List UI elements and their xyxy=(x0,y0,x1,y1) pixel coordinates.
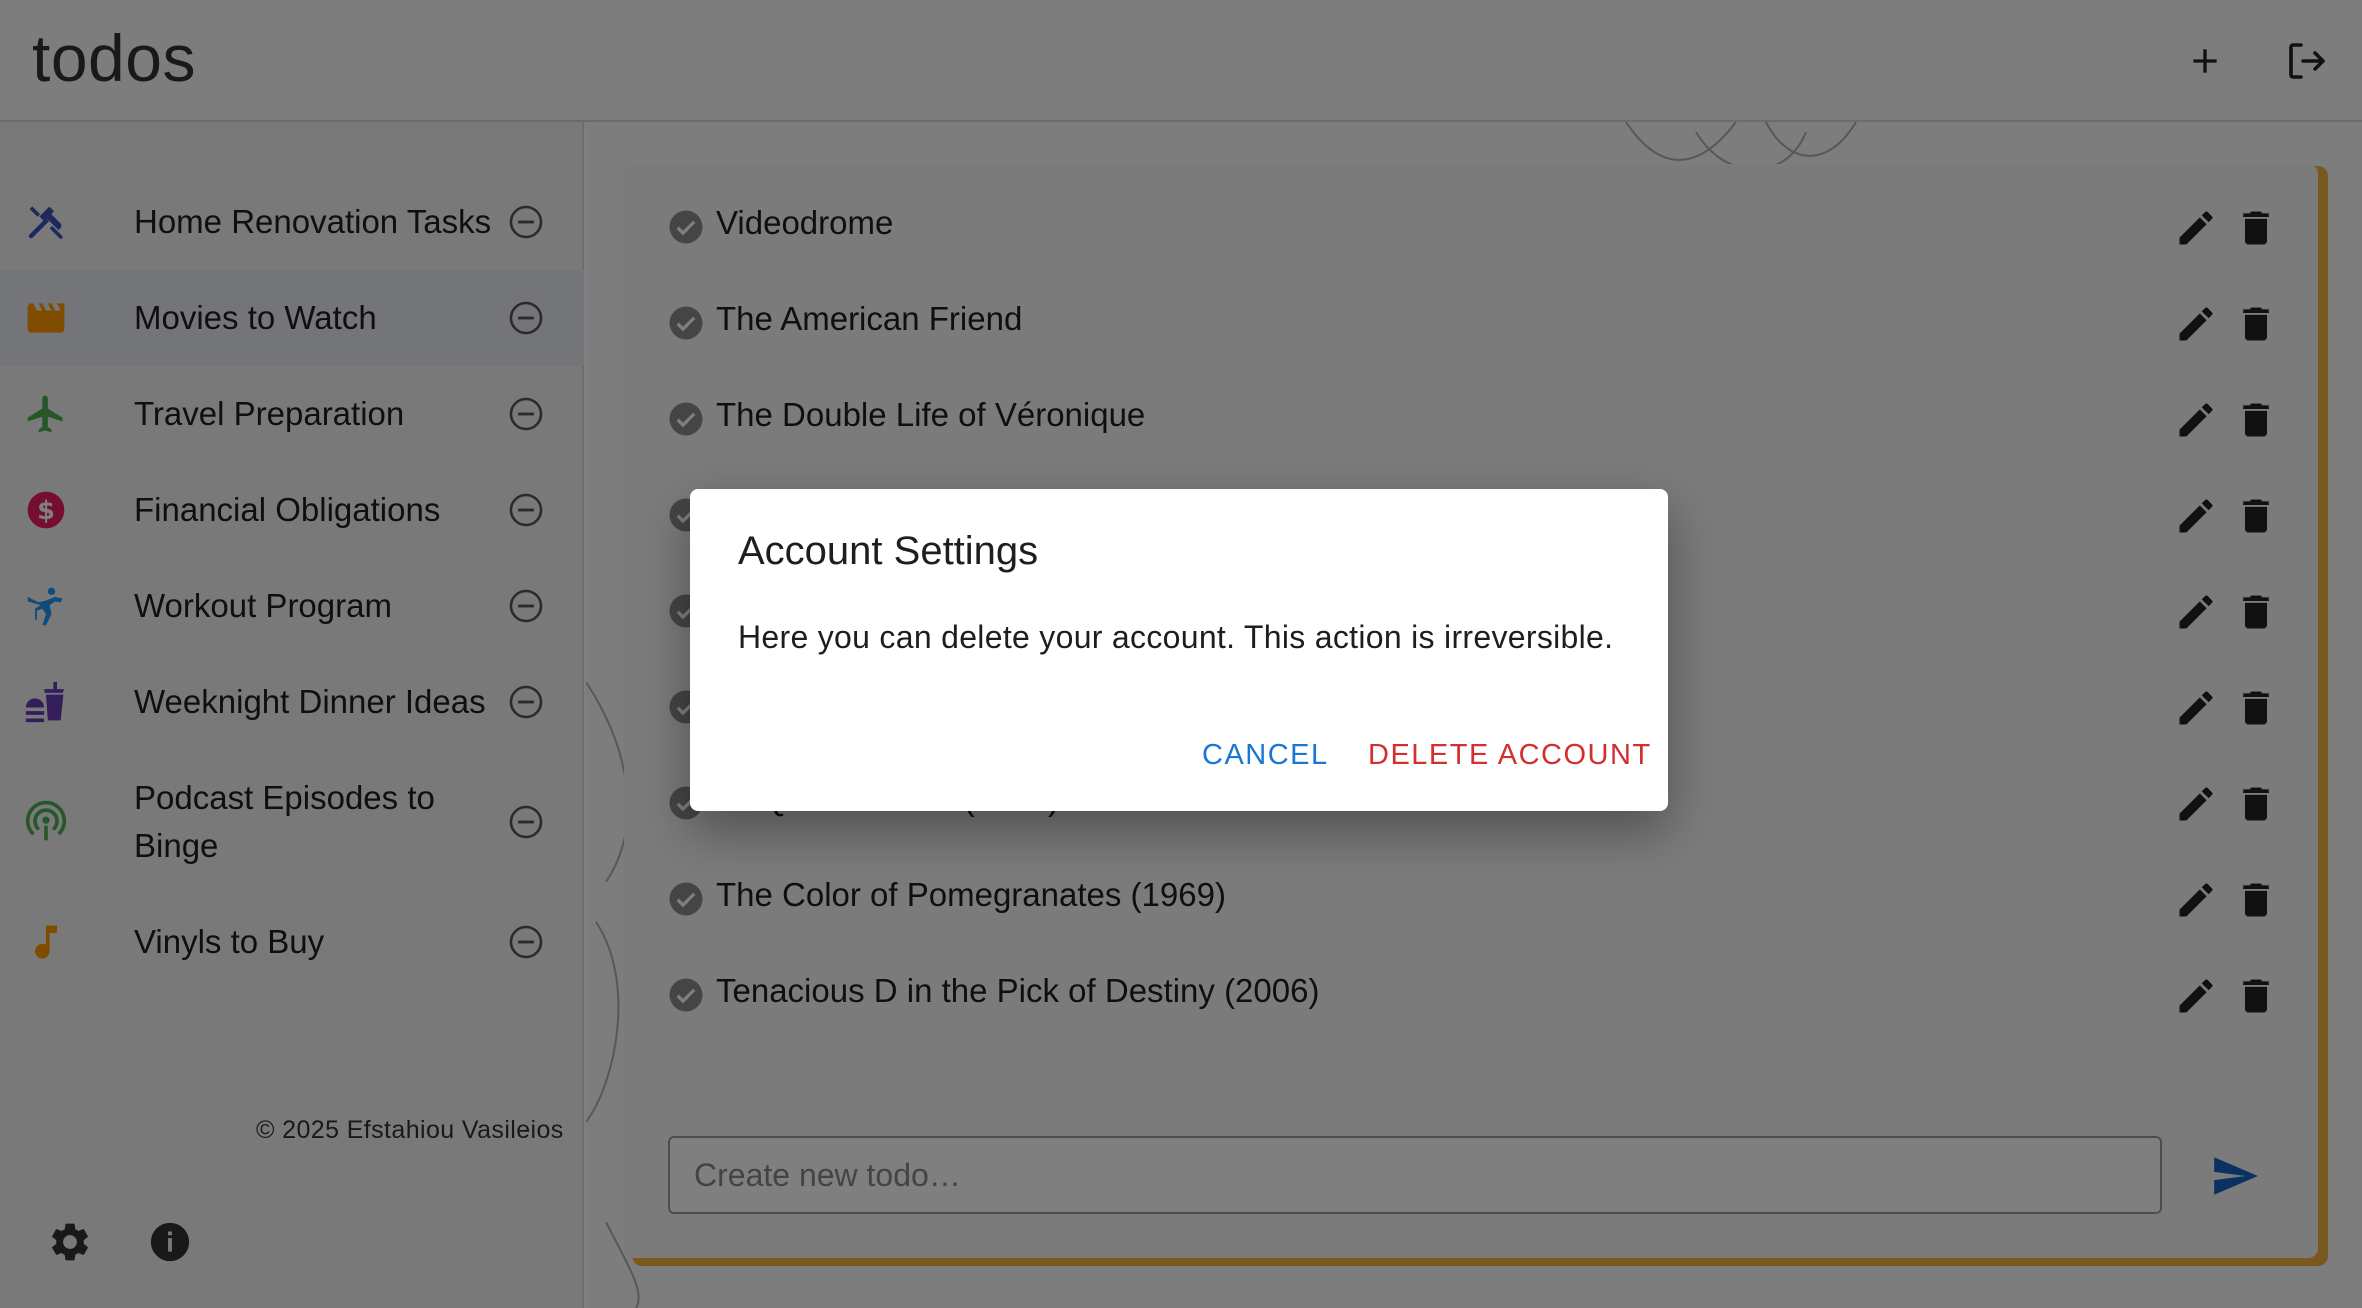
dialog-title: Account Settings xyxy=(738,529,1039,573)
dialog-text: Here you can delete your account. This a… xyxy=(738,619,1614,655)
delete-account-button[interactable]: DELETE ACCOUNT xyxy=(1356,729,1664,781)
account-settings-dialog: Account Settings Here you can delete you… xyxy=(690,489,1668,811)
cancel-button[interactable]: CANCEL xyxy=(1190,729,1341,781)
